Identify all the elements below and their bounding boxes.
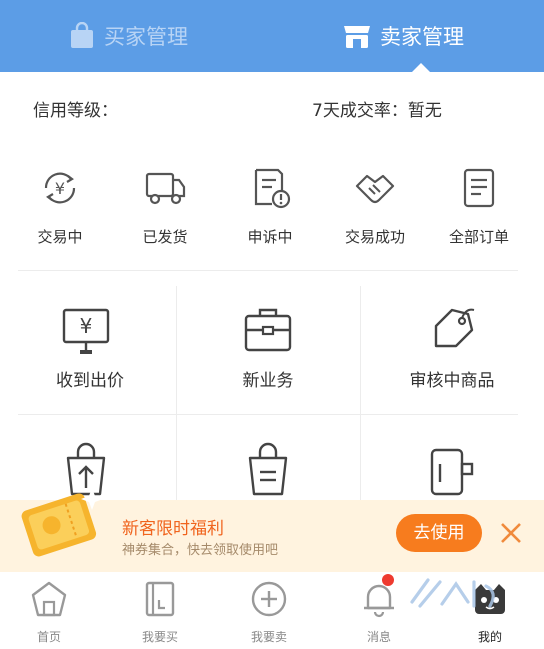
bag-list-icon[interactable]: [240, 442, 296, 498]
tab-buyer-label: 买家管理: [104, 25, 188, 49]
nav-buy[interactable]: 我要买: [120, 628, 200, 645]
coupon-ticket-icon: [21, 488, 103, 557]
order-status-success[interactable]: 交易成功: [325, 226, 425, 247]
notification-badge: [382, 574, 394, 586]
order-status-trading[interactable]: 交易中: [10, 226, 110, 247]
bell-icon[interactable]: [360, 580, 398, 618]
nav-sell[interactable]: 我要卖: [229, 628, 309, 645]
home-icon[interactable]: [30, 580, 68, 618]
grid-item-under-review[interactable]: 审核中商品: [362, 366, 542, 391]
truck-icon[interactable]: [143, 166, 187, 210]
order-status-all[interactable]: 全部订单: [429, 226, 529, 247]
handshake-icon[interactable]: [353, 166, 397, 210]
device-icon[interactable]: [426, 442, 482, 498]
promo-subtitle: 神券集合，快去领取使用吧: [122, 543, 279, 558]
complaint-doc-icon[interactable]: [248, 166, 292, 210]
price-tag-icon[interactable]: [426, 302, 482, 358]
book-icon[interactable]: [141, 580, 179, 618]
promo-title: 新客限时福利: [122, 519, 224, 539]
transaction-rate-label: 7天成交率：暂无: [312, 101, 442, 121]
plus-circle-icon[interactable]: [250, 580, 288, 618]
divider: [18, 414, 518, 415]
order-status-appeal[interactable]: 申诉中: [220, 226, 320, 247]
tab-seller-management[interactable]: 卖家管理: [342, 0, 464, 72]
active-tab-caret: [412, 63, 430, 72]
price-board-icon[interactable]: ¥: [58, 302, 114, 358]
divider: [18, 270, 518, 271]
credit-level-label: 信用等级：: [33, 101, 118, 121]
watermark-logo: [410, 578, 495, 608]
nav-messages[interactable]: 消息: [339, 628, 419, 645]
top-header: 买家管理 卖家管理: [0, 0, 544, 72]
briefcase-icon[interactable]: [240, 302, 296, 358]
credit-info-row: 信用等级： 7天成交率：暂无: [0, 96, 544, 122]
shopping-bag-icon: [71, 22, 93, 48]
grid-item-new-business[interactable]: 新业务: [178, 366, 358, 391]
nav-home[interactable]: 首页: [9, 628, 89, 645]
grid-item-offers[interactable]: 收到出价: [0, 366, 180, 391]
tab-buyer-management[interactable]: 买家管理: [68, 0, 188, 72]
order-list-icon[interactable]: [457, 166, 501, 210]
svg-text:¥: ¥: [80, 314, 93, 338]
divider: [176, 286, 177, 500]
store-icon: [344, 26, 370, 48]
use-coupon-button[interactable]: 去使用: [396, 514, 482, 552]
yen-cycle-icon[interactable]: ¥: [38, 166, 82, 210]
tab-seller-label: 卖家管理: [380, 25, 464, 49]
svg-text:¥: ¥: [55, 179, 65, 198]
divider: [360, 286, 361, 500]
order-status-shipped[interactable]: 已发货: [115, 226, 215, 247]
close-icon[interactable]: [498, 520, 524, 546]
nav-mine[interactable]: 我的: [450, 628, 530, 645]
